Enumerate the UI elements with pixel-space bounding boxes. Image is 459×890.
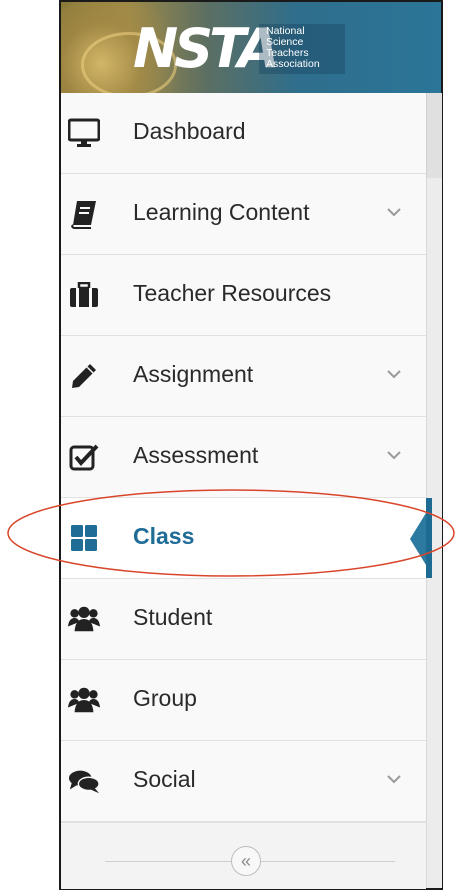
grid-icon bbox=[68, 522, 100, 554]
sidebar-scrollbar-thumb[interactable] bbox=[426, 93, 442, 178]
sidebar-collapse-row: « bbox=[61, 822, 426, 889]
sidebar-item-class[interactable]: Class bbox=[61, 498, 432, 579]
book-icon bbox=[68, 198, 100, 230]
logo-subtitle-line: Association bbox=[266, 58, 320, 70]
sidebar-item-dashboard[interactable]: Dashboard bbox=[61, 93, 426, 174]
sidebar-item-assignment[interactable]: Assignment bbox=[61, 336, 426, 417]
sidebar-item-student[interactable]: Student bbox=[61, 579, 426, 660]
briefcase-icon bbox=[68, 279, 100, 311]
chevron-down-icon[interactable] bbox=[386, 204, 402, 220]
logo-wordmark[interactable]: NSTA bbox=[133, 20, 280, 78]
comments-icon bbox=[68, 765, 100, 797]
sidebar-item-label: Assessment bbox=[133, 442, 259, 468]
chevron-down-icon[interactable] bbox=[386, 366, 402, 382]
chevron-down-icon[interactable] bbox=[386, 447, 402, 463]
users-icon bbox=[68, 684, 100, 716]
sidebar-frame: NSTA National Science Teachers Associati… bbox=[59, 0, 443, 890]
pencil-icon bbox=[68, 360, 100, 392]
logo-subtitle: National Science Teachers Association bbox=[266, 26, 356, 70]
sidebar-item-label: Assignment bbox=[133, 361, 254, 387]
sidebar-item-assessment[interactable]: Assessment bbox=[61, 417, 426, 498]
monitor-icon bbox=[68, 117, 100, 149]
sidebar-item-teacher-resources[interactable]: Teacher Resources bbox=[61, 255, 426, 336]
chevron-down-icon[interactable] bbox=[386, 771, 402, 787]
users-icon bbox=[68, 603, 100, 635]
sidebar-nav: Dashboard Learning Content Teacher Resou… bbox=[61, 93, 432, 822]
app-header: NSTA National Science Teachers Associati… bbox=[61, 2, 441, 93]
sidebar-item-group[interactable]: Group bbox=[61, 660, 426, 741]
active-indicator-bar bbox=[426, 498, 432, 578]
sidebar-scrollbar-track[interactable] bbox=[426, 93, 442, 888]
sidebar-item-label: Group bbox=[133, 685, 197, 711]
sidebar-item-label: Learning Content bbox=[133, 199, 310, 225]
active-indicator-arrow bbox=[410, 513, 426, 565]
checkbox-icon bbox=[68, 441, 100, 473]
collapse-sidebar-button[interactable]: « bbox=[231, 846, 261, 876]
sidebar-item-label: Social bbox=[133, 766, 196, 792]
sidebar-item-label: Teacher Resources bbox=[133, 280, 332, 306]
sidebar-item-label: Dashboard bbox=[133, 118, 246, 144]
sidebar-item-label: Student bbox=[133, 604, 213, 630]
sidebar-item-label: Class bbox=[133, 523, 195, 549]
sidebar-item-social[interactable]: Social bbox=[61, 741, 426, 822]
sidebar-item-learning-content[interactable]: Learning Content bbox=[61, 174, 426, 255]
